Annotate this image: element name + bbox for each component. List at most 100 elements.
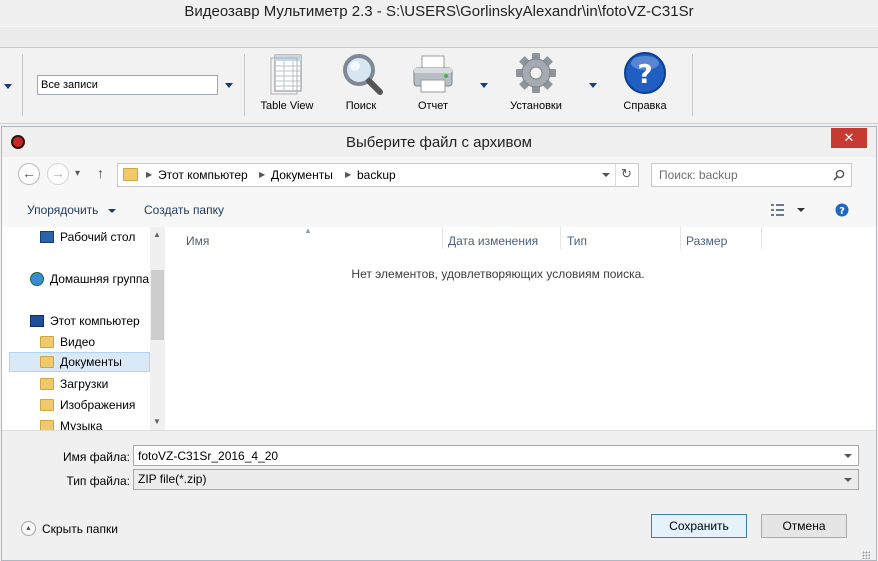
filetype-dropdown-icon[interactable] <box>844 478 852 482</box>
search-icon[interactable] <box>833 169 845 181</box>
app-toolbar: Все записи Table View Поиск Отчет Устано… <box>0 48 878 124</box>
breadcrumb-item-documents[interactable]: Документы <box>271 164 333 186</box>
app-menu-strip <box>0 26 878 48</box>
dialog-titlebar: Выберите файл с архивом ✕ <box>2 127 876 157</box>
filename-label: Имя файла: <box>63 450 130 464</box>
breadcrumb-separator-icon: ▶ <box>345 170 352 179</box>
address-divider <box>615 164 616 186</box>
view-options-icon[interactable] <box>771 204 787 216</box>
sidebar-item-label: Изображения <box>60 398 136 412</box>
record-filter-select[interactable]: Все записи <box>37 75 218 95</box>
app-title: Видеозавр Мультиметр 2.3 - S:\USERS\Gorl… <box>0 0 878 26</box>
column-header-size[interactable]: Размер <box>686 231 727 251</box>
printer-icon <box>413 55 453 93</box>
breadcrumb-separator-icon: ▶ <box>259 170 266 179</box>
up-button[interactable]: ↑ <box>97 165 104 181</box>
svg-text:?: ? <box>637 60 652 90</box>
filename-combobox <box>133 445 859 466</box>
resize-grip-icon[interactable] <box>862 551 870 559</box>
new-folder-button[interactable]: Создать папку <box>144 203 224 217</box>
scroll-down-icon[interactable]: ▼ <box>153 417 161 426</box>
svg-text:?: ? <box>839 206 845 217</box>
filename-input[interactable] <box>134 446 834 465</box>
sidebar-item-pictures[interactable]: Изображения <box>9 395 150 415</box>
help-button[interactable]: ? Справка <box>612 52 678 118</box>
report-button[interactable]: Отчет <box>407 52 459 118</box>
sidebar-item-documents[interactable]: Документы <box>9 352 150 372</box>
refresh-button[interactable]: ↻ <box>621 166 632 182</box>
organize-label: Упорядочить <box>27 203 99 217</box>
column-separator <box>560 227 561 249</box>
help-label: Справка <box>623 100 667 112</box>
report-label: Отчет <box>417 100 449 112</box>
folder-icon <box>123 168 138 181</box>
sidebar-item-desktop[interactable]: Рабочий стол <box>9 227 150 247</box>
scrollbar-thumb[interactable] <box>151 270 164 340</box>
video-folder-icon <box>40 336 54 348</box>
filetype-label: Тип файла: <box>66 474 130 488</box>
column-separator <box>761 227 762 249</box>
sidebar-item-label: Музыка <box>60 419 103 430</box>
help-icon: ? <box>624 52 666 94</box>
table-view-label: Table View <box>260 100 314 112</box>
search-box <box>651 163 852 187</box>
breadcrumb-item-backup[interactable]: backup <box>357 164 396 186</box>
toolbar-left-dropdown-icon[interactable] <box>4 84 12 89</box>
toolbar-separator <box>692 54 693 116</box>
report-dropdown-icon[interactable] <box>480 83 488 88</box>
record-filter-dropdown-icon[interactable] <box>225 83 233 88</box>
table-view-button[interactable]: Table View <box>255 52 319 118</box>
cancel-button[interactable]: Отмена <box>761 514 847 538</box>
dialog-title: Выберите файл с архивом <box>346 134 532 151</box>
toolbar-separator <box>244 54 245 116</box>
column-header-name[interactable]: Имя <box>186 231 209 251</box>
column-header-type[interactable]: Тип <box>567 231 587 251</box>
sidebar-item-label: Загрузки <box>60 377 109 391</box>
empty-list-message: Нет элементов, удовлетворяющих условиям … <box>351 267 645 281</box>
search-button[interactable]: Поиск <box>332 52 390 118</box>
sidebar-item-label: Видео <box>60 335 96 349</box>
sidebar-item-label: Документы <box>60 355 122 369</box>
back-button[interactable]: ← <box>18 163 40 185</box>
close-button[interactable]: ✕ <box>831 128 867 148</box>
computer-icon <box>30 315 44 327</box>
navigation-scrollbar[interactable]: ▲ ▼ <box>150 227 165 430</box>
settings-button[interactable]: Установки <box>504 52 568 118</box>
sidebar-item-music[interactable]: Музыка <box>9 416 150 430</box>
music-folder-icon <box>40 420 54 430</box>
settings-dropdown-icon[interactable] <box>589 83 597 88</box>
sort-ascending-icon: ▲ <box>304 226 312 235</box>
organize-button[interactable]: Упорядочить <box>27 203 116 217</box>
file-list: ▲ Имя Дата изменения Тип Размер Нет элем… <box>166 226 876 430</box>
downloads-folder-icon <box>40 378 54 390</box>
navigation-bar: ← → ▾ ↑ ▶ Этот компьютер ▶ Документы ▶ b… <box>2 157 876 193</box>
hide-folders-label: Скрыть папки <box>42 522 118 536</box>
breadcrumb-item-computer[interactable]: Этот компьютер <box>158 164 248 186</box>
address-dropdown-icon[interactable] <box>602 173 610 177</box>
pictures-folder-icon <box>40 399 54 411</box>
sidebar-item-label: Рабочий стол <box>60 230 136 244</box>
forward-button[interactable]: → <box>47 163 69 185</box>
address-bar[interactable]: ▶ Этот компьютер ▶ Документы ▶ backup ↻ <box>117 163 639 187</box>
sidebar-item-downloads[interactable]: Загрузки <box>9 374 150 394</box>
chevron-up-icon: ▲ <box>21 521 36 536</box>
column-separator <box>442 227 443 249</box>
sidebar-item-this-pc[interactable]: Этот компьютер <box>9 311 150 331</box>
filetype-value: ZIP file(*.zip) <box>138 472 207 486</box>
homegroup-icon <box>30 272 44 286</box>
magnifier-icon <box>343 54 383 95</box>
save-button[interactable]: Сохранить <box>651 514 747 538</box>
search-input[interactable] <box>652 164 827 186</box>
help-icon[interactable]: ? <box>835 203 849 217</box>
sidebar-item-homegroup[interactable]: Домашняя группа <box>9 269 150 289</box>
sidebar-item-label: Этот компьютер <box>50 314 140 328</box>
view-dropdown-icon[interactable] <box>797 208 805 212</box>
filetype-select[interactable]: ZIP file(*.zip) <box>133 469 859 490</box>
column-header-date[interactable]: Дата изменения <box>448 231 538 251</box>
filename-dropdown-icon[interactable] <box>844 454 852 458</box>
sidebar-item-video[interactable]: Видео <box>9 332 150 352</box>
search-label: Поиск <box>345 100 377 112</box>
gear-icon <box>516 53 556 93</box>
scroll-up-icon[interactable]: ▲ <box>153 230 161 239</box>
recent-locations-button[interactable]: ▾ <box>75 168 80 179</box>
